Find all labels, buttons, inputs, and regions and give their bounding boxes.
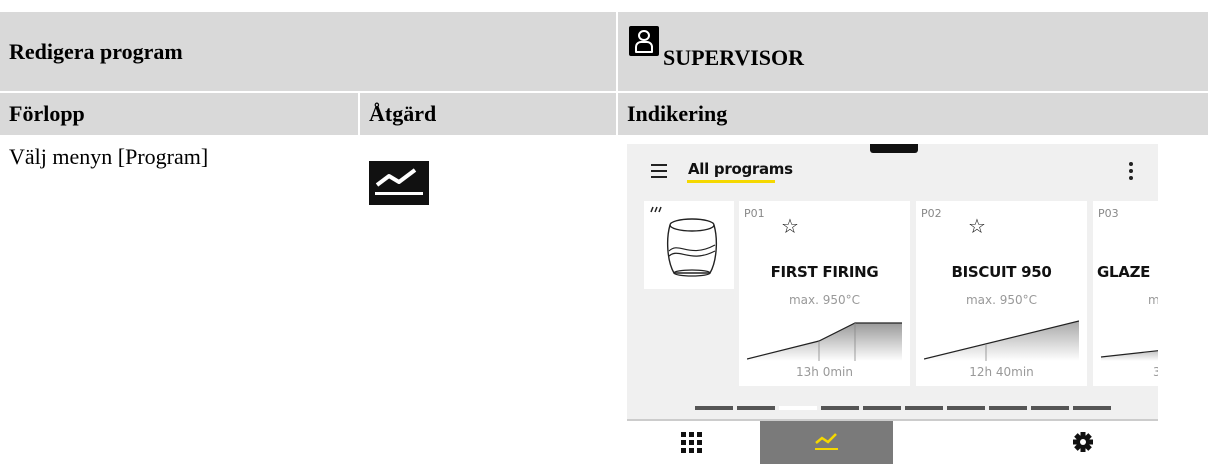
program-max-temp: m: [1148, 293, 1158, 307]
table-title: Redigera program: [9, 38, 183, 64]
column-header-row: Förlopp Åtgärd Indikering: [0, 93, 1208, 135]
column-header-action: Åtgärd: [369, 101, 437, 126]
bottom-navigation: [627, 419, 1158, 464]
program-name: BISCUIT 950: [951, 263, 1052, 281]
nav-programs-button[interactable]: [760, 421, 893, 464]
program-duration: 3: [1153, 365, 1158, 379]
column-divider: [616, 12, 618, 91]
kiln-image[interactable]: [644, 201, 734, 289]
device-screen: All programs P01 ☆ FIRST FIRING max. 950…: [627, 144, 1158, 464]
column-header-display: Indikering: [627, 101, 728, 126]
list-icon[interactable]: [651, 164, 667, 178]
program-id: P01: [744, 207, 765, 220]
kiln-pot-icon: [650, 206, 718, 277]
favorite-star-icon[interactable]: ☆: [968, 214, 986, 238]
program-card[interactable]: P01 ☆ FIRST FIRING max. 950°C 13h 0min: [739, 201, 910, 386]
program-name: FIRST FIRING: [770, 263, 879, 281]
table-title-row: Redigera program: [0, 12, 1208, 91]
screen-title: All programs: [688, 160, 793, 178]
program-menu-icon: [369, 161, 429, 205]
program-name: GLAZE: [1097, 263, 1151, 281]
program-curve-icon: [815, 433, 838, 450]
page-indicator[interactable]: [695, 406, 1115, 410]
program-id: P02: [921, 207, 942, 220]
supervisor-user-icon: [629, 26, 659, 56]
pull-down-handle[interactable]: [870, 144, 918, 153]
apps-grid-icon: [681, 432, 702, 453]
gear-icon: [1073, 432, 1093, 452]
step-instruction: Välj menyn [Program]: [9, 144, 209, 169]
title-underline: [687, 180, 775, 183]
nav-settings-button[interactable]: [1027, 421, 1158, 464]
program-duration: 12h 40min: [969, 365, 1034, 379]
firing-curve-graph: [747, 322, 902, 361]
program-max-temp: max. 950°C: [788, 293, 861, 307]
program-duration: 13h 0min: [796, 365, 853, 379]
program-card[interactable]: P03 GLAZE m 3: [1093, 201, 1158, 386]
supervisor-role-label: SUPERVISOR: [663, 45, 805, 70]
firing-curve-graph: [1100, 350, 1158, 361]
more-options-icon[interactable]: [1129, 162, 1133, 180]
program-card[interactable]: P02 ☆ BISCUIT 950 max. 950°C 12h 40min: [916, 201, 1087, 386]
nav-apps-button[interactable]: [627, 421, 760, 464]
program-max-temp: max. 950°C: [965, 293, 1038, 307]
column-header-process: Förlopp: [9, 101, 85, 126]
program-id: P03: [1098, 207, 1119, 220]
favorite-star-icon[interactable]: ☆: [781, 214, 799, 238]
firing-curve-graph: [924, 320, 1079, 361]
